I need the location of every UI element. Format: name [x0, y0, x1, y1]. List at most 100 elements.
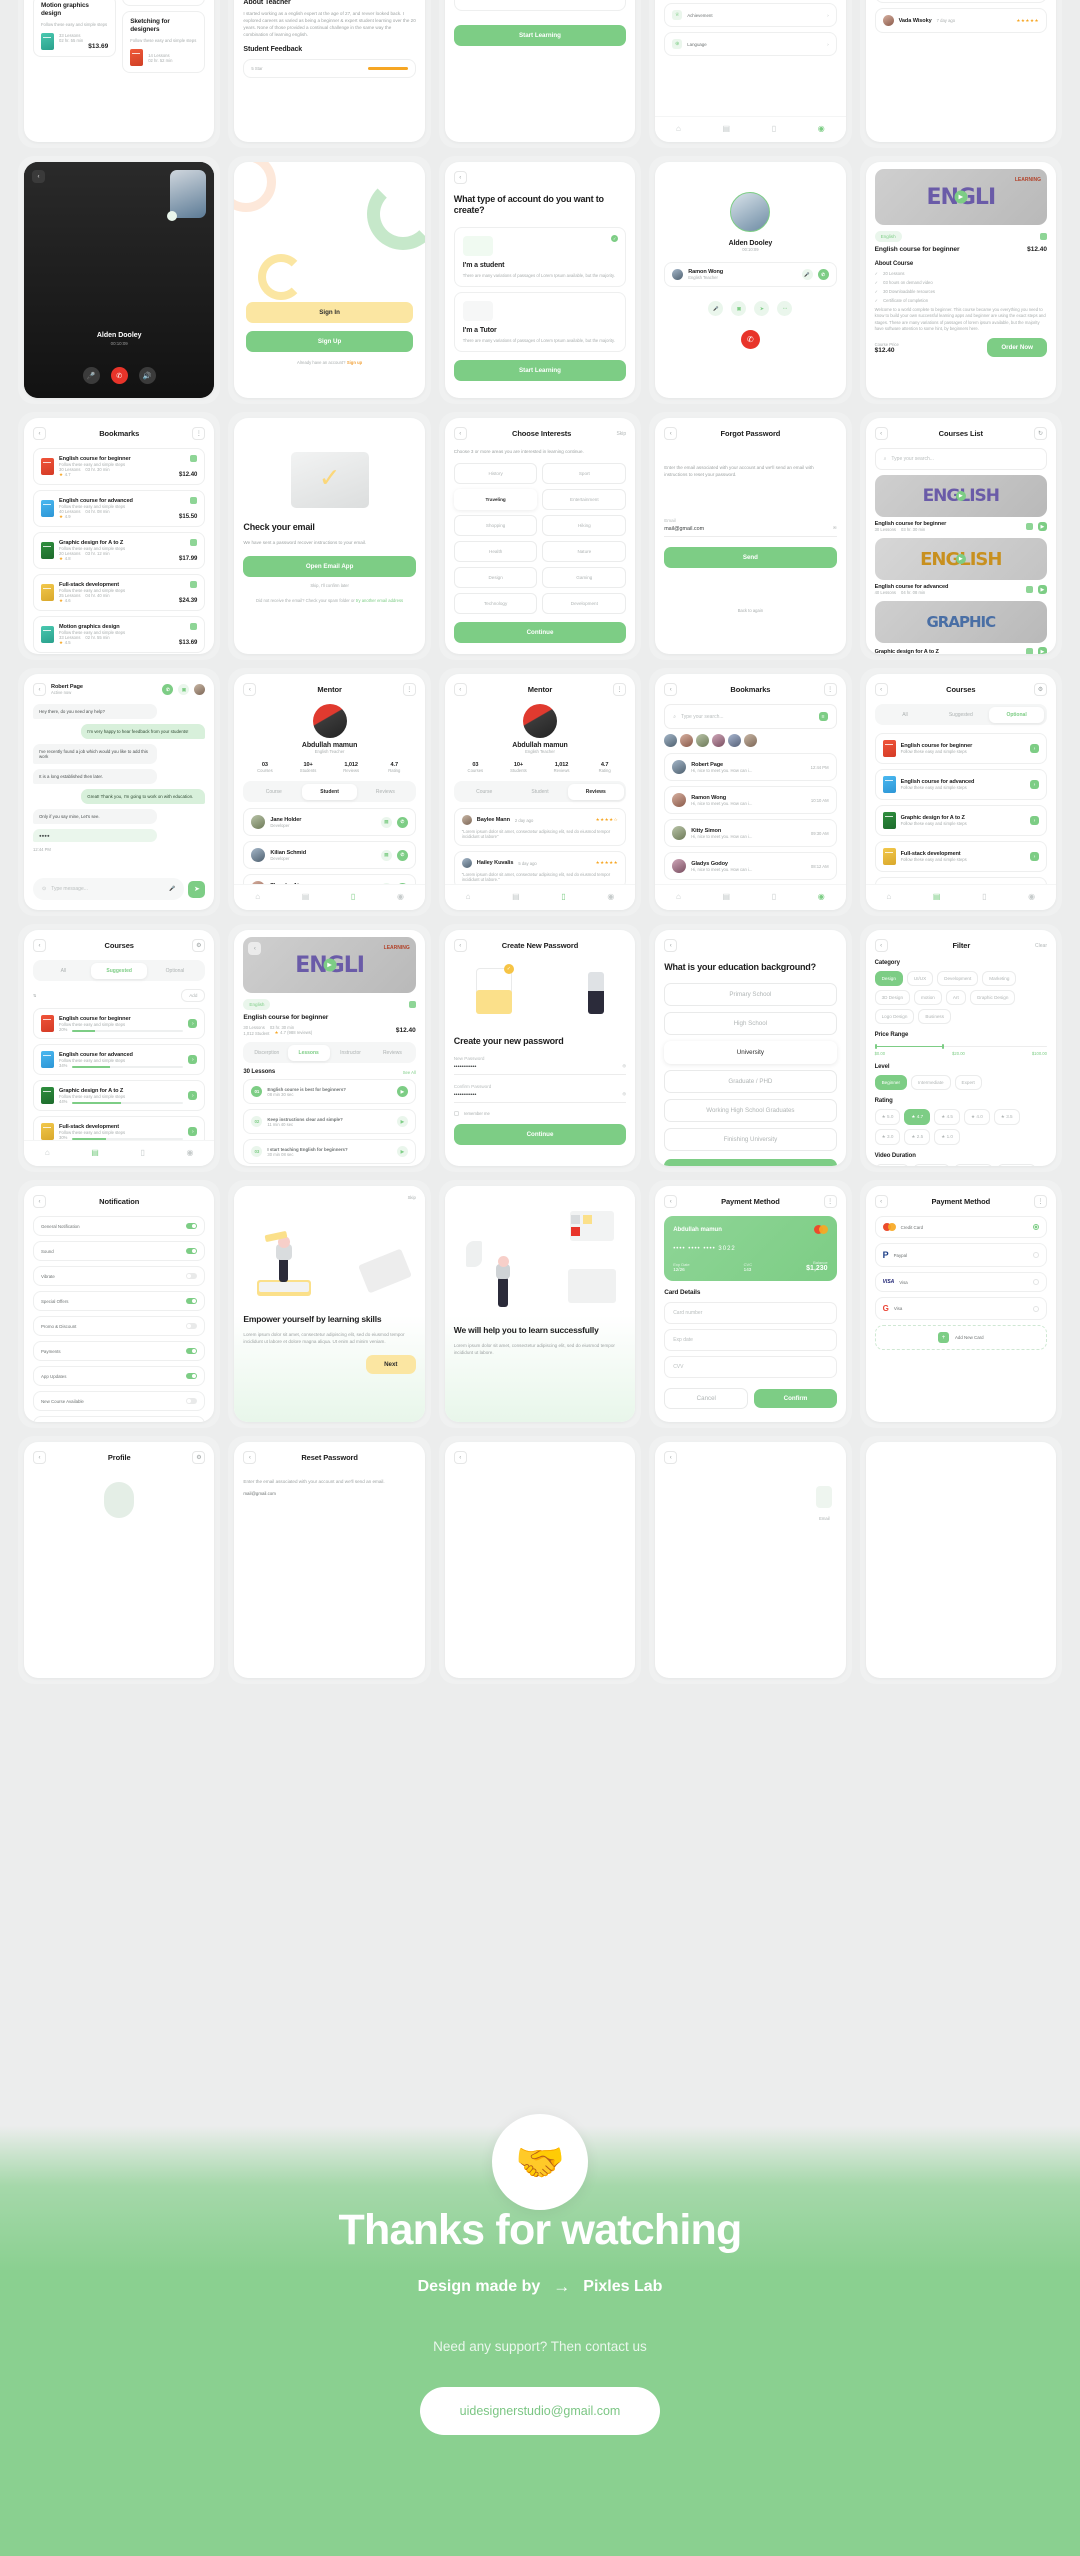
level-intermediate[interactable]: Intermediate [910, 1075, 951, 1090]
back-button[interactable]: ‹ [664, 1451, 678, 1464]
category-design[interactable]: Design [874, 971, 903, 986]
back-button[interactable]: ‹ [664, 427, 678, 440]
play-icon[interactable]: ▶ [396, 1116, 408, 1127]
phone-icon[interactable]: ✆ [396, 849, 408, 861]
skip-link[interactable]: Skip [243, 1195, 416, 1200]
bookmark-icon[interactable] [1039, 233, 1047, 240]
nav-home-icon[interactable]: ⌂ [676, 892, 681, 901]
toggle-switch[interactable] [186, 1323, 198, 1329]
bookmark-row[interactable]: English course for beginner Follow these … [33, 448, 206, 485]
message-thread[interactable]: Kitty Simon Hi, nice to meet you. How can… [664, 819, 837, 847]
play-icon[interactable]: ▶ [396, 1086, 408, 1097]
lesson-row[interactable]: 02 Keep instructions clear and simple? 11 … [243, 1109, 416, 1134]
course-card[interactable]: Motion graphics design Follow these easy… [33, 0, 117, 57]
notification-row[interactable]: General Notification [33, 1216, 206, 1236]
sign-up-button[interactable]: Sign Up [246, 331, 413, 352]
level-expert[interactable]: Expert [954, 1075, 982, 1090]
tab-instructor[interactable]: Instructor [330, 1045, 372, 1061]
category-motion[interactable]: motion [914, 990, 942, 1005]
education-option-primary[interactable]: Primary School [664, 983, 837, 1007]
play-icon[interactable]: ▶ [954, 190, 968, 204]
tab-discerption[interactable]: Discerption [246, 1045, 288, 1061]
message-thread[interactable]: Robert Page Hi, nice to meet you. How can… [664, 753, 837, 781]
nav-profile-icon[interactable]: ◉ [1028, 892, 1035, 901]
tab-all[interactable]: All [877, 707, 933, 723]
add-button[interactable]: Add [181, 989, 206, 1002]
bottom-nav[interactable]: ⌂ ▤ ▯ ◉ [444, 884, 636, 910]
education-option-graduate[interactable]: Graduate / PHD [664, 1070, 837, 1094]
cvv-input[interactable]: CVV [664, 1356, 837, 1378]
phone-icon[interactable]: ✆ [162, 684, 174, 695]
add-new-card-button[interactable]: + Add New Card [874, 1325, 1047, 1350]
refresh-icon[interactable]: ↻ [1033, 427, 1047, 440]
interest-sport[interactable]: Sport [542, 463, 627, 485]
rating-4-0[interactable]: ★ 4.0 [963, 1109, 990, 1125]
rating-3-0[interactable]: ★ 3.0 [874, 1129, 901, 1145]
notification-row[interactable]: Special Offers [33, 1291, 206, 1311]
avatar[interactable] [712, 734, 726, 747]
back-button[interactable]: ‹ [33, 683, 46, 696]
nav-profile-icon[interactable]: ◉ [187, 1148, 194, 1157]
level-beginner[interactable]: Beginner [874, 1075, 907, 1090]
mic-icon[interactable]: 🎤 [169, 886, 175, 892]
bottom-nav[interactable]: ⌂ ▤ ▯ ◉ [234, 884, 425, 910]
toggle-switch[interactable] [186, 1398, 198, 1404]
bookmark-icon[interactable] [190, 623, 198, 630]
cancel-button[interactable]: Cancel [664, 1388, 749, 1409]
bookmark-row[interactable]: Graphic design for A to Z Follow these ea… [33, 532, 206, 569]
lesson-row[interactable]: 01 English course is best for beginners? 0… [243, 1079, 416, 1104]
rating-4-7[interactable]: ★ 4.7 [904, 1109, 931, 1125]
duration-14-20[interactable]: 14-20 Hours [953, 1164, 993, 1166]
notification-row[interactable]: New Course Available [33, 1391, 206, 1411]
play-icon[interactable]: ▶ [955, 554, 966, 564]
open-email-app-button[interactable]: Open Email App [243, 556, 416, 578]
nav-profile-icon[interactable]: ◉ [818, 124, 825, 133]
nav-courses-icon[interactable]: ▤ [302, 892, 310, 901]
volume-icon[interactable]: 🔊 [138, 367, 156, 384]
back-button[interactable]: ‹ [243, 1451, 257, 1464]
voice-message-bubble[interactable]: ●●●● [33, 829, 158, 842]
category-uiux[interactable]: UI/UX [906, 971, 934, 986]
play-button[interactable]: ▶ [1037, 585, 1047, 594]
notification-row[interactable]: Payments [33, 1341, 206, 1361]
nav-profile-icon[interactable]: ◉ [818, 892, 825, 901]
signup-link[interactable]: Sign up [347, 360, 362, 365]
tab-lessons[interactable]: Lessons [287, 1044, 330, 1061]
nav-home-icon[interactable]: ⌂ [886, 892, 891, 901]
interest-technology[interactable]: Technology [453, 593, 538, 615]
bookmark-icon[interactable] [1025, 523, 1033, 530]
back-button[interactable]: ‹ [453, 939, 467, 952]
send-icon[interactable]: ➤ [754, 301, 770, 316]
nav-courses-icon[interactable]: ▤ [91, 1148, 99, 1157]
rating-5-0[interactable]: ★ 5.0 [874, 1109, 901, 1125]
nav-profile-icon[interactable]: ◉ [397, 892, 404, 901]
radio-button[interactable] [1032, 1279, 1039, 1285]
back-button[interactable]: ‹ [453, 427, 467, 440]
course-thumbnail[interactable]: GRAPHIC [874, 601, 1047, 643]
category-3d-design[interactable]: 3D Design [874, 990, 911, 1005]
back-link[interactable]: Back to again [664, 608, 836, 613]
interest-gaming[interactable]: Gaming [542, 567, 627, 589]
bookmark-icon[interactable] [190, 497, 198, 504]
mic-icon[interactable]: 🎤 [82, 367, 100, 384]
back-button[interactable]: ‹ [243, 683, 257, 696]
avatar[interactable] [680, 734, 694, 747]
radio-button[interactable] [1032, 1305, 1039, 1312]
nav-courses-icon[interactable]: ▤ [722, 892, 730, 901]
nav-cart-icon[interactable]: ▯ [351, 892, 355, 901]
back-button[interactable]: ‹ [33, 939, 46, 952]
message-thread[interactable]: Gladys Godoy Hi, nice to meet you. How ca… [664, 852, 837, 880]
category-graphic-design[interactable]: Graphic Design [969, 990, 1016, 1005]
interest-hiking[interactable]: Hiking [542, 515, 627, 537]
more-icon[interactable]: ⋯ [777, 301, 793, 316]
nav-courses-icon[interactable]: ▤ [512, 892, 520, 901]
search-input[interactable]: ⌕ Type your search... ≡ [664, 704, 837, 729]
toggle-switch[interactable] [186, 1298, 198, 1304]
course-card[interactable]: Sketching for designers Follow these eas… [122, 11, 206, 73]
caller-row[interactable]: Ramon Wong English Teacher 🎤 ✆ [664, 262, 837, 287]
gear-icon[interactable]: ⚙ [192, 939, 206, 952]
bookmark-icon[interactable] [190, 539, 198, 546]
continue-button[interactable]: Continue [664, 1159, 837, 1166]
card-number-input[interactable]: Card number [664, 1302, 837, 1324]
nav-home-icon[interactable]: ⌂ [45, 1148, 50, 1157]
